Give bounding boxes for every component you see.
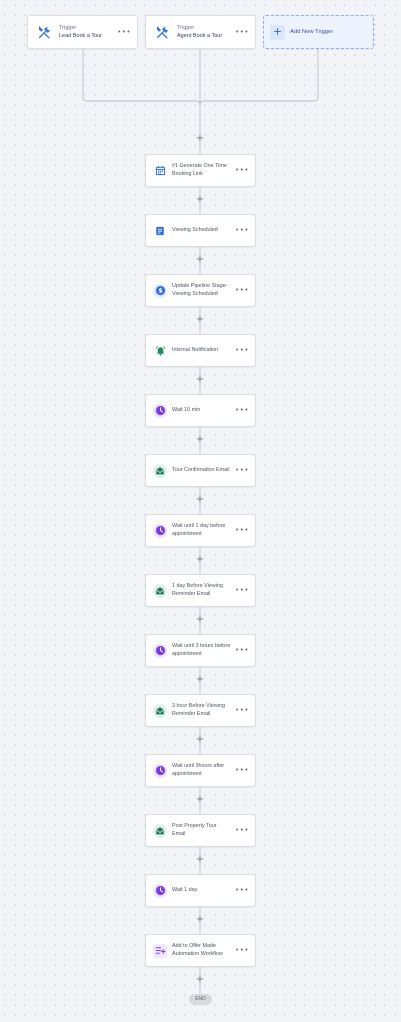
add-step-plus-14[interactable]: + — [194, 914, 206, 926]
step-card-wait-1-day[interactable]: Wait 1 day ••• — [145, 874, 256, 907]
more-options-icon[interactable]: ••• — [235, 707, 249, 714]
calendar-icon — [153, 164, 167, 178]
trigger-name: Agent Book a Tour — [177, 32, 223, 39]
trigger-name: Lead Book a Tour — [59, 32, 103, 39]
step-label: Internal Notification — [172, 346, 219, 353]
trigger-card-agent-book-a-tour[interactable]: Trigger Agent Book a Tour ••• — [145, 15, 256, 49]
step-label: Wait 10 min — [172, 406, 201, 413]
add-step-plus-15[interactable]: + — [194, 974, 206, 986]
step-card-post-property-tour-email[interactable]: Post Property Tour Email ••• — [145, 814, 256, 847]
email-icon — [153, 463, 167, 478]
add-step-plus-8[interactable]: + — [194, 554, 206, 566]
more-options-icon[interactable]: ••• — [235, 827, 249, 834]
more-options-icon[interactable]: ••• — [235, 287, 249, 294]
svg-text:$: $ — [158, 287, 163, 295]
step-card-wait-10-min[interactable]: Wait 10 min ••• — [145, 394, 256, 427]
step-card-1-day-before-reminder-email[interactable]: 1 day Before Viewing Reminder Email ••• — [145, 574, 256, 607]
step-card-wait-until-3hours-after[interactable]: Wait until 3hours after appointment ••• — [145, 754, 256, 787]
add-step-plus-9[interactable]: + — [194, 614, 206, 626]
add-new-trigger-button[interactable]: + Add New Trigger — [263, 15, 374, 49]
dollar-icon: $ — [153, 283, 167, 298]
step-label: Tour Confirmation Email — [172, 466, 230, 473]
step-card-generate-booking-link[interactable]: #1 Generate One Time Booking Link ••• — [145, 154, 256, 187]
step-label: Add to Offer Made Automation Workflow — [172, 943, 223, 957]
more-options-icon[interactable]: ••• — [235, 647, 249, 654]
add-step-plus-5[interactable]: + — [194, 374, 206, 386]
add-step-plus-6[interactable]: + — [194, 434, 206, 446]
step-card-wait-until-1-day-before[interactable]: Wait until 1 day before appointment ••• — [145, 514, 256, 547]
email-icon — [153, 703, 167, 718]
trigger-kind-label: Trigger — [59, 24, 77, 31]
more-options-icon[interactable]: ••• — [235, 347, 249, 354]
trigger-kind-label: Trigger — [177, 24, 195, 31]
more-options-icon[interactable]: ••• — [235, 467, 249, 474]
step-label: Viewing Scheduled — [172, 226, 218, 233]
more-options-icon[interactable]: ••• — [235, 887, 249, 894]
more-options-icon[interactable]: ••• — [235, 587, 249, 594]
add-step-plus-1[interactable]: + — [194, 133, 206, 145]
email-icon — [153, 583, 167, 598]
add-step-plus-4[interactable]: + — [194, 314, 206, 326]
step-label: 1 day Before Viewing Reminder Email — [172, 583, 223, 597]
form-icon — [153, 224, 167, 238]
more-options-icon[interactable]: ••• — [235, 28, 249, 36]
email-icon — [153, 823, 167, 838]
clock-icon — [153, 763, 167, 778]
more-options-icon[interactable]: ••• — [235, 767, 249, 774]
add-step-plus-7[interactable]: + — [194, 494, 206, 506]
step-label: Wait until 3hours after appointment — [172, 763, 225, 777]
add-step-plus-10[interactable]: + — [194, 674, 206, 686]
step-label: #1 Generate One Time Booking Link — [172, 163, 227, 177]
workflow-canvas: Trigger Lead Book a Tour ••• Trigger Age… — [0, 0, 401, 1022]
step-card-internal-notification[interactable]: Internal Notification ••• — [145, 334, 256, 367]
step-card-update-pipeline-stage[interactable]: $ Update Pipeline Stage- Viewing Schedul… — [145, 274, 256, 307]
wrench-screwdriver-icon — [154, 24, 170, 40]
add-new-trigger-label: Add New Trigger — [290, 29, 334, 35]
clock-icon — [153, 883, 167, 898]
step-label: Wait until 1 day before appointment — [172, 523, 226, 537]
step-card-wait-until-3-hours-before[interactable]: Wait until 3 hours before appointment ••… — [145, 634, 256, 667]
add-step-plus-11[interactable]: + — [194, 734, 206, 746]
plus-icon: + — [270, 24, 285, 40]
wrench-screwdriver-icon — [36, 24, 52, 40]
clock-icon — [153, 643, 167, 658]
more-options-icon[interactable]: ••• — [235, 947, 249, 954]
more-options-icon[interactable]: ••• — [235, 407, 249, 414]
more-options-icon[interactable]: ••• — [235, 167, 249, 174]
step-card-viewing-scheduled[interactable]: Viewing Scheduled ••• — [145, 214, 256, 247]
step-label: Wait 1 day — [172, 886, 198, 893]
step-card-3-hour-before-reminder-email[interactable]: 3 hour Before Viewing Reminder Email ••• — [145, 694, 256, 727]
trigger-card-lead-book-a-tour[interactable]: Trigger Lead Book a Tour ••• — [27, 15, 138, 49]
step-label: Update Pipeline Stage- Viewing Scheduled — [172, 283, 228, 297]
step-label: Post Property Tour Email — [172, 823, 217, 837]
workflow-end-marker: END — [189, 994, 212, 1005]
add-step-plus-2[interactable]: + — [194, 194, 206, 206]
clock-icon — [153, 523, 167, 538]
more-options-icon[interactable]: ••• — [235, 527, 249, 534]
step-card-tour-confirmation-email[interactable]: Tour Confirmation Email ••• — [145, 454, 256, 487]
bell-icon — [153, 344, 167, 358]
step-label: Wait until 3 hours before appointment — [172, 643, 231, 657]
add-step-plus-12[interactable]: + — [194, 794, 206, 806]
more-options-icon[interactable]: ••• — [117, 28, 131, 36]
step-card-add-to-offer-made-workflow[interactable]: Add to Offer Made Automation Workflow ••… — [145, 934, 256, 967]
add-step-plus-13[interactable]: + — [194, 854, 206, 866]
step-label: 3 hour Before Viewing Reminder Email — [172, 703, 225, 717]
workflow-add-icon — [153, 943, 167, 958]
more-options-icon[interactable]: ••• — [235, 227, 249, 234]
add-step-plus-3[interactable]: + — [194, 254, 206, 266]
clock-icon — [153, 403, 167, 418]
